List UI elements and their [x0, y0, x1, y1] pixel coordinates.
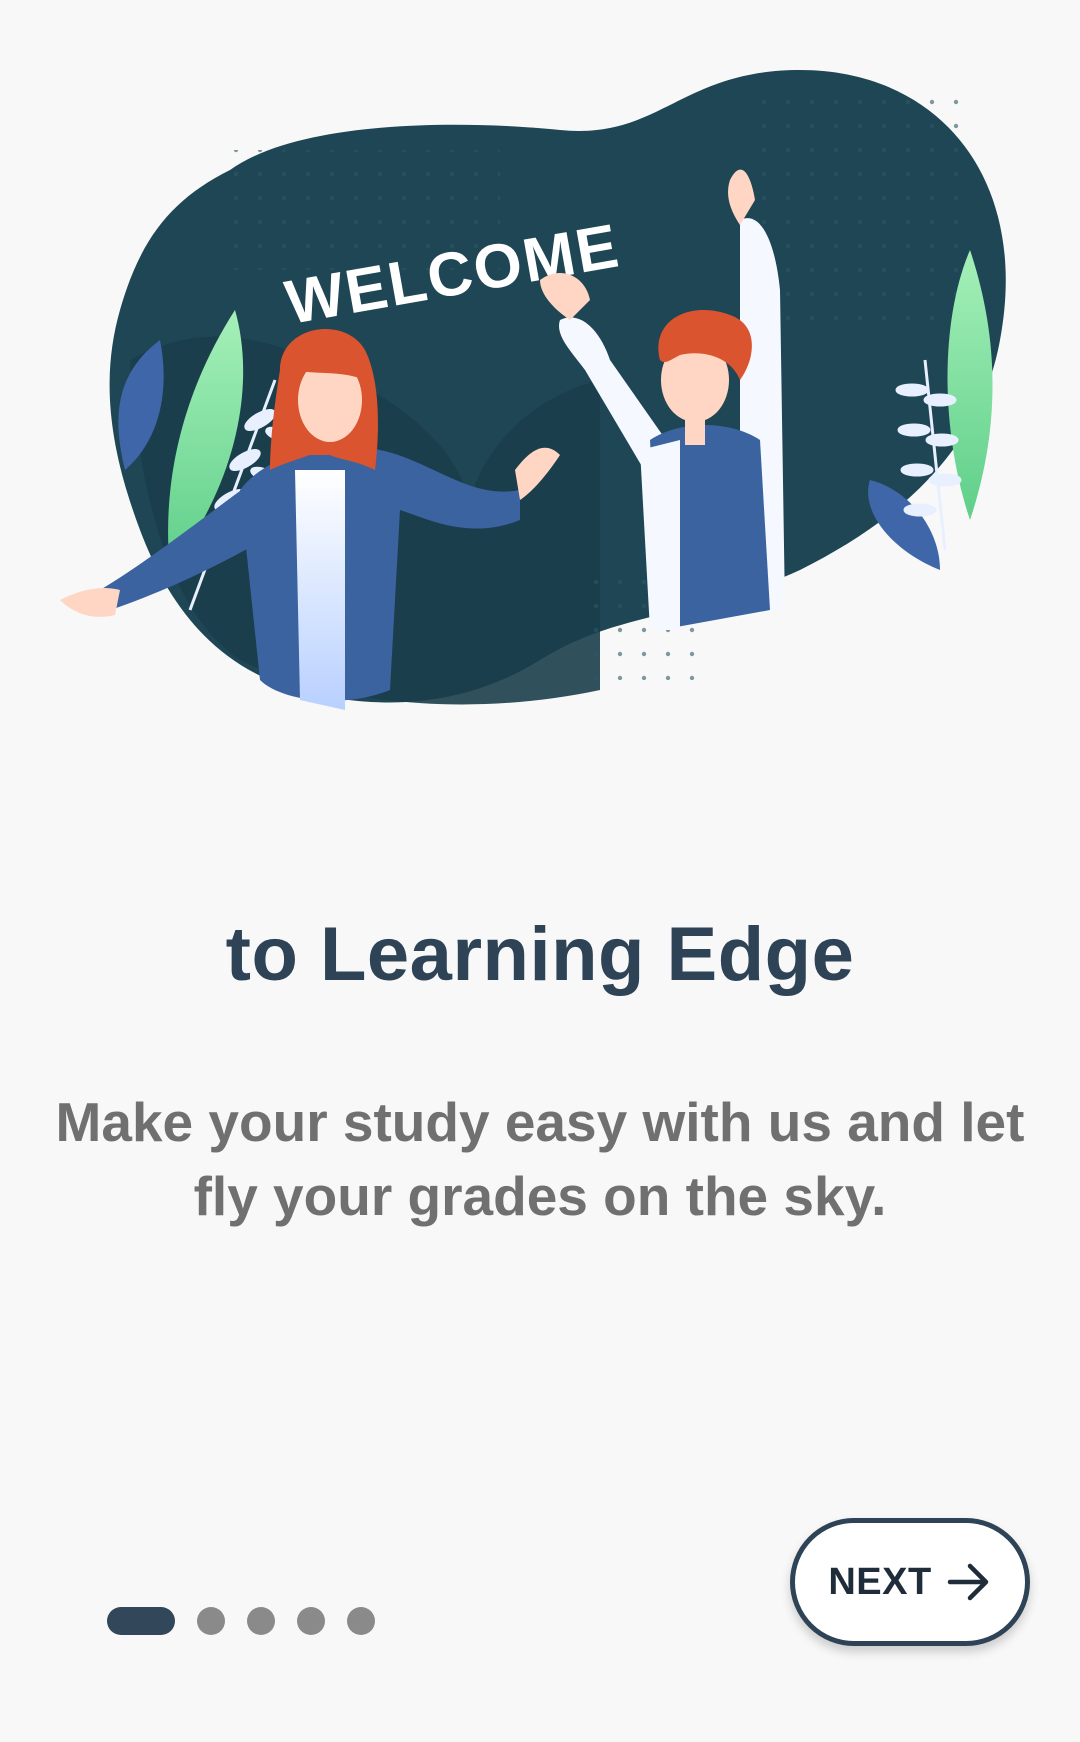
- description-line-1: Make your study easy with us and let: [55, 1091, 1025, 1153]
- page-dot-1-active[interactable]: [107, 1607, 175, 1635]
- page-description: Make your study easy with us and let fly…: [30, 1085, 1050, 1233]
- description-line-2: fly your grades on the sky.: [193, 1165, 887, 1227]
- page-dot-5[interactable]: [347, 1607, 375, 1635]
- welcome-illustration: WELCOME: [40, 50, 1040, 780]
- page-dot-3[interactable]: [247, 1607, 275, 1635]
- onboarding-screen: WELCOME to Learning Edge Make your study…: [0, 0, 1080, 1742]
- page-dot-4[interactable]: [297, 1607, 325, 1635]
- page-indicator: [107, 1607, 375, 1635]
- page-dot-2[interactable]: [197, 1607, 225, 1635]
- page-title: to Learning Edge: [225, 912, 855, 997]
- arrow-right-icon: [946, 1562, 992, 1602]
- next-button[interactable]: NEXT: [790, 1518, 1030, 1646]
- next-button-label: NEXT: [828, 1560, 932, 1603]
